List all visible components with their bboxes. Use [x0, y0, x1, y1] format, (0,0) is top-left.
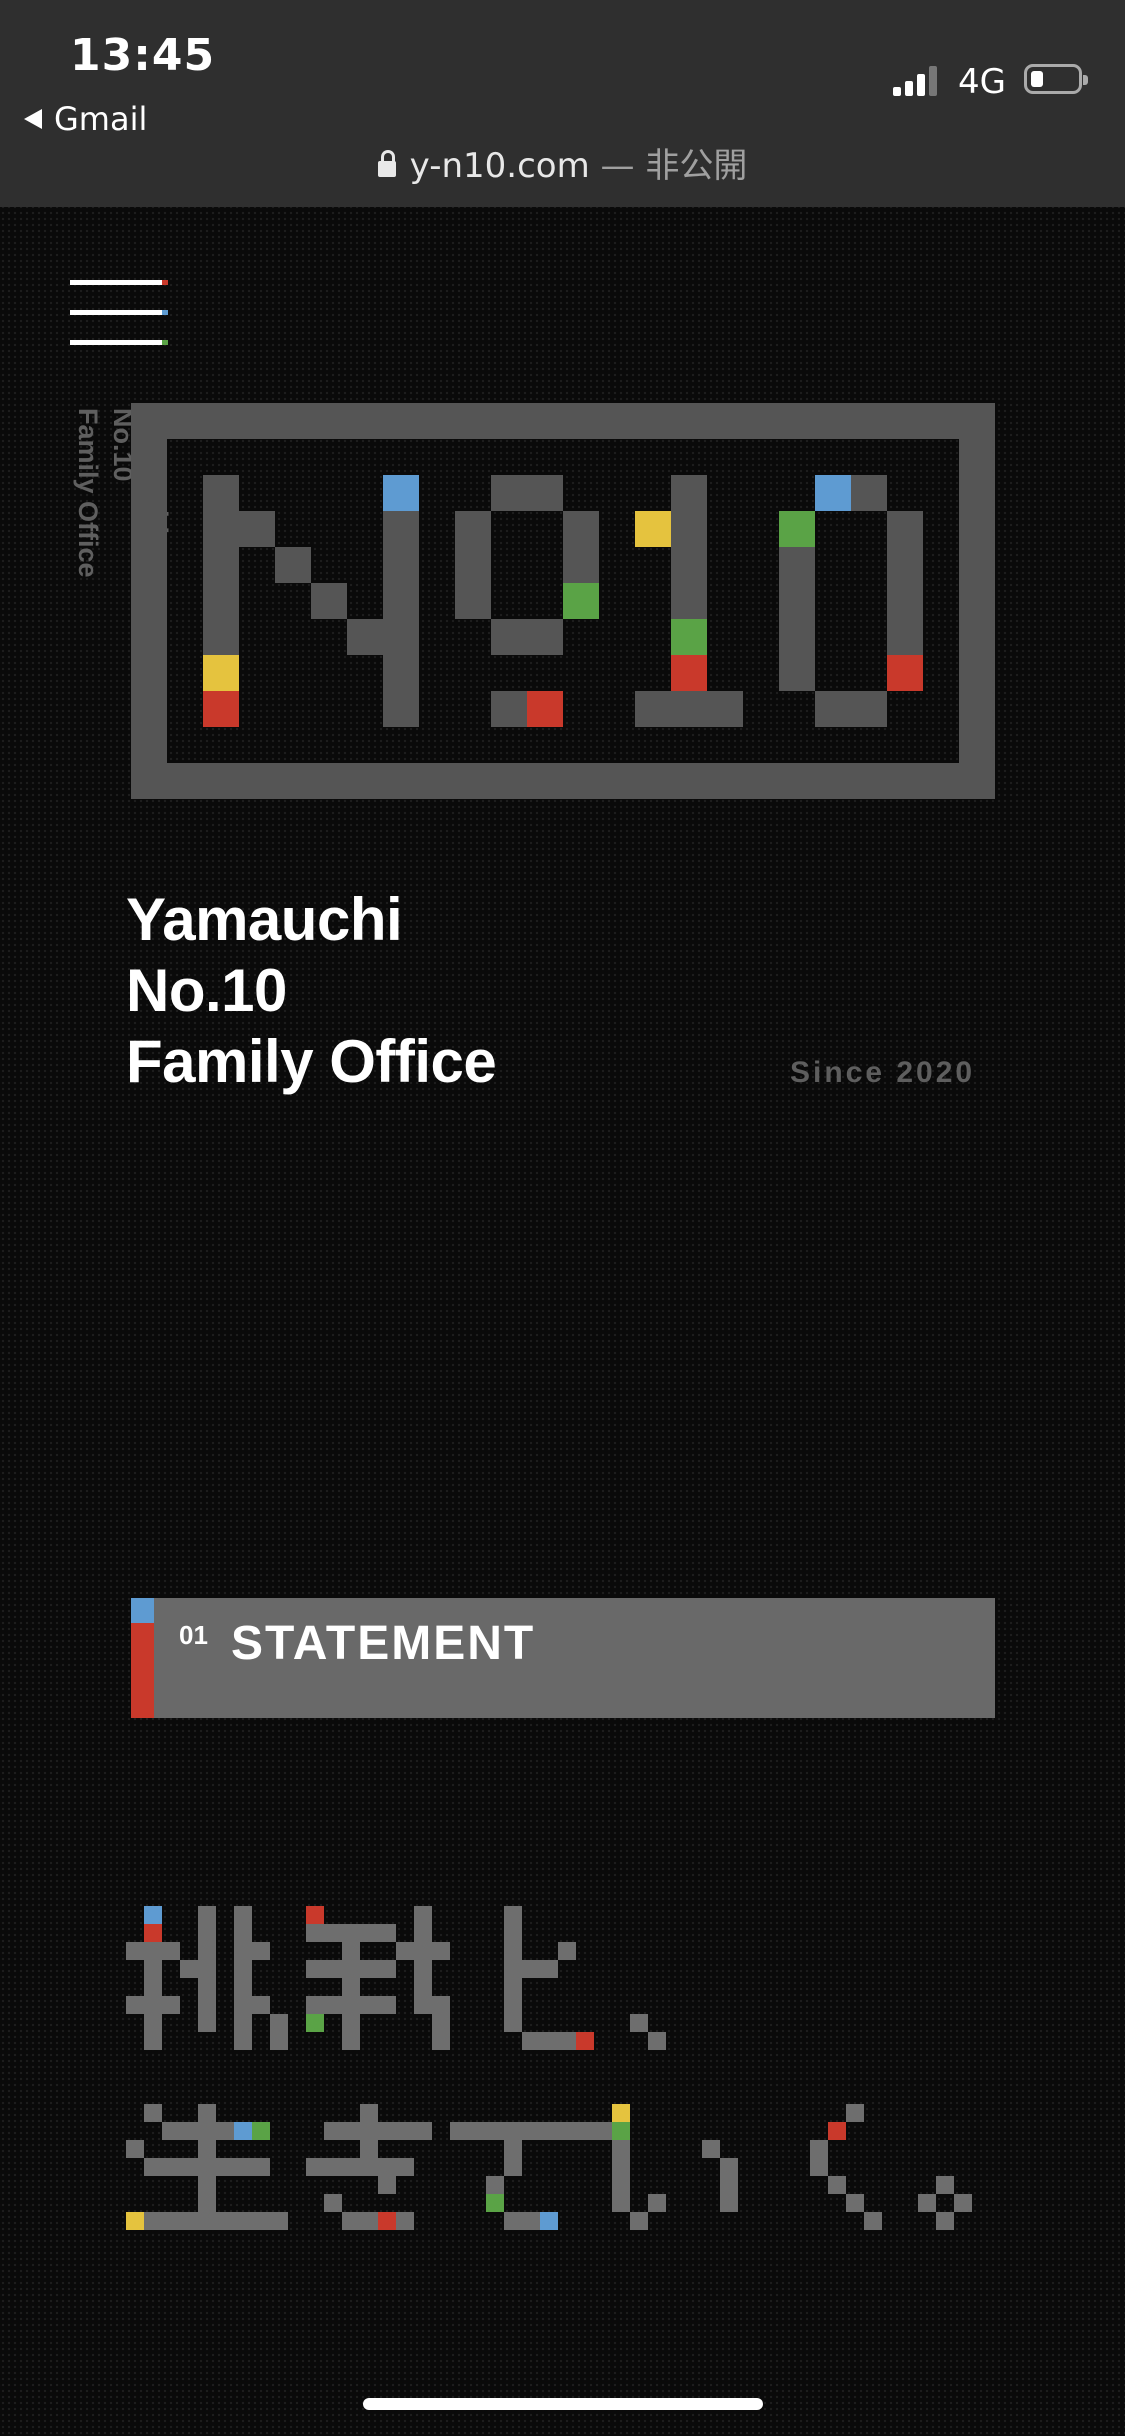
accent-block-blue [131, 1598, 154, 1623]
url-text: y-n10.com [409, 146, 590, 186]
battery-icon [1024, 64, 1088, 94]
pixel-heading [126, 1906, 972, 2230]
brand-line: Yamauchi [126, 886, 403, 953]
statement-section-header: 01 STATEMENT [131, 1598, 995, 1718]
back-to-app-link[interactable]: Gmail [24, 100, 147, 138]
home-indicator[interactable] [363, 2398, 763, 2410]
since-label: Since 2020 [790, 1056, 976, 1089]
n010-pixel-logo [131, 403, 995, 799]
status-bar: 13:45 Gmail 4G y-n10.com — 非公開 [0, 0, 1125, 207]
hamburger-icon[interactable] [70, 276, 168, 348]
section-title: STATEMENT [231, 1617, 536, 1670]
brand-line: Family Office [126, 1028, 497, 1095]
status-time: 13:45 [70, 30, 216, 81]
brand-line: No.10 [126, 957, 287, 1024]
back-arrow-icon [24, 109, 42, 129]
back-app-label: Gmail [54, 100, 148, 138]
url-privacy-label: — 非公開 [589, 146, 748, 186]
vertical-name-line: Family Office [73, 408, 103, 578]
accent-block-red [131, 1623, 154, 1718]
section-number: 01 [179, 1620, 208, 1650]
address-bar[interactable]: y-n10.com — 非公開 [0, 138, 1125, 187]
network-type: 4G [958, 62, 1006, 102]
brand-name: Yamauchi No.10 Family Office [126, 884, 497, 1097]
cellular-signal-icon [893, 66, 943, 96]
lock-icon [377, 150, 396, 177]
